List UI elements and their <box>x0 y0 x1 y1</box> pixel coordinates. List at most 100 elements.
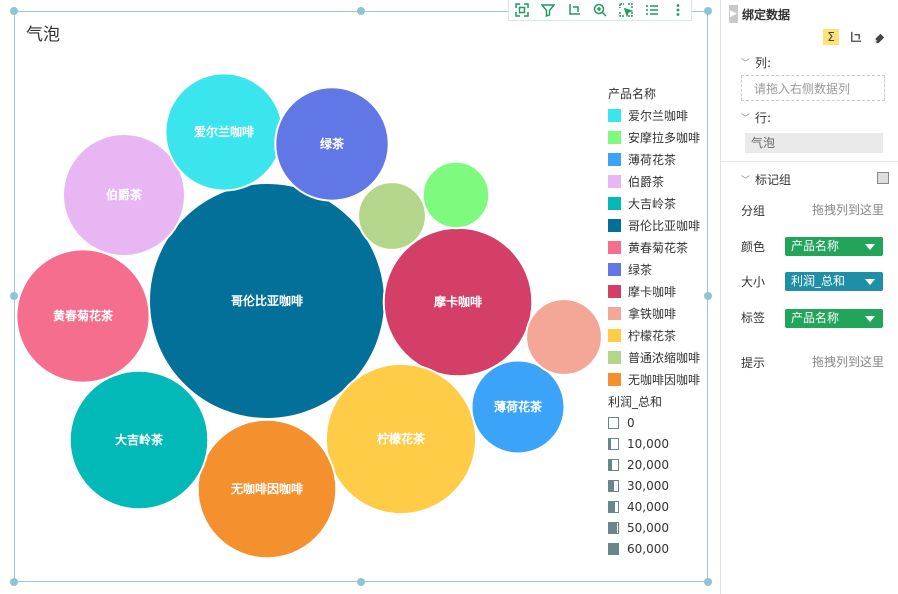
size-legend-item: 40,000 <box>608 496 700 517</box>
size-legend-label: 60,000 <box>627 541 669 556</box>
legend-label: 爱尔兰咖啡 <box>628 108 689 123</box>
size-legend-label: 50,000 <box>627 520 669 535</box>
sum-icon[interactable]: Σ <box>823 29 839 45</box>
group-drop-zone[interactable]: 拖拽列到这里 <box>812 201 884 218</box>
legend-item[interactable]: 绿茶 <box>608 258 700 280</box>
rows-label: 行: <box>755 111 772 125</box>
bubble-label: 无咖啡因咖啡 <box>230 481 303 496</box>
legend-label: 普通浓缩咖啡 <box>628 350 701 365</box>
legend-swatch <box>608 306 621 320</box>
bubble[interactable]: 大吉岭茶 <box>68 369 210 511</box>
bubble[interactable]: 伯爵茶 <box>62 133 186 257</box>
axis-swap-panel-icon[interactable] <box>847 29 863 45</box>
marks-section[interactable]: ﹀ 标记组 <box>741 171 791 188</box>
legend-item[interactable]: 爱尔兰咖啡 <box>608 104 700 126</box>
legend-swatch <box>608 196 621 210</box>
size-legend-label: 40,000 <box>627 499 669 514</box>
legend-label: 拿铁咖啡 <box>628 306 677 321</box>
legend-swatch <box>608 130 621 144</box>
size-legend-icon <box>608 416 619 429</box>
bubble-circle[interactable] <box>421 160 491 230</box>
legend-item[interactable]: 哥伦比亚咖啡 <box>608 214 700 236</box>
legend-label: 摩卡咖啡 <box>628 284 677 299</box>
size-label: 大小 <box>741 275 766 289</box>
size-legend-icon <box>608 479 619 492</box>
size-legend-item: 60,000 <box>608 538 700 559</box>
legend-item[interactable]: 安摩拉多咖啡 <box>608 126 700 148</box>
legend-item[interactable]: 无咖啡因咖啡 <box>608 368 700 390</box>
legend-item[interactable]: 柠檬花茶 <box>608 324 700 346</box>
legend-item[interactable]: 黄春菊花茶 <box>608 236 700 258</box>
size-legend-icon <box>608 437 619 450</box>
panel-tools: Σ <box>823 29 895 45</box>
columns-drop-zone[interactable]: 请拖入右侧数据列 <box>741 75 885 101</box>
eraser-icon[interactable] <box>871 29 887 45</box>
legend-item[interactable]: 伯爵茶 <box>608 170 700 192</box>
size-field-select[interactable]: 利润_总和 <box>785 272 883 291</box>
bubble-label: 大吉岭茶 <box>115 432 164 447</box>
color-legend-title: 产品名称 <box>608 87 657 101</box>
bubble-label: 摩卡咖啡 <box>434 294 482 309</box>
rows-section[interactable]: ﹀ 行: <box>741 109 771 126</box>
caret-down-icon <box>865 316 875 322</box>
size-legend-item: 0 <box>608 412 700 433</box>
legend-swatch <box>608 152 621 166</box>
legend-item[interactable]: 普通浓缩咖啡 <box>608 346 700 368</box>
rows-field-chip[interactable]: 气泡 <box>745 133 883 153</box>
caret-down-icon <box>865 279 875 285</box>
legend-swatch <box>608 218 621 232</box>
legend-item[interactable]: 摩卡咖啡 <box>608 280 700 302</box>
legend-label: 黄春菊花茶 <box>628 240 689 255</box>
group-label: 分组 <box>741 204 766 218</box>
bubble-label: 柠檬花茶 <box>377 431 426 446</box>
size-legend-item: 20,000 <box>608 454 700 475</box>
bubble[interactable]: 柠檬花茶 <box>324 362 478 516</box>
chevron-down-icon: ﹀ <box>741 114 751 124</box>
size-legend-item: 50,000 <box>608 517 700 538</box>
color-field-value: 产品名称 <box>791 239 840 253</box>
legend-label: 大吉岭茶 <box>628 196 677 211</box>
bubble[interactable]: 黄春菊花茶 <box>15 248 151 384</box>
bubble-label: 哥伦比亚咖啡 <box>231 293 303 308</box>
bubble-label: 黄春菊花茶 <box>53 308 114 323</box>
bubble[interactable]: 无咖啡因咖啡 <box>196 418 338 560</box>
bubble-circle[interactable] <box>525 298 603 376</box>
mark-settings-icon[interactable] <box>877 172 889 184</box>
legend-item[interactable]: 大吉岭茶 <box>608 192 700 214</box>
bubble[interactable] <box>421 160 491 230</box>
panel-title: 绑定数据 <box>742 7 791 22</box>
size-field-value: 利润_总和 <box>791 274 846 288</box>
marks-label: 标记组 <box>755 173 792 187</box>
bubble[interactable] <box>357 181 427 251</box>
size-legend-icon <box>608 542 619 555</box>
panel-header: ▶ 绑定数据 <box>729 5 790 23</box>
bubble[interactable]: 绿茶 <box>274 86 390 202</box>
chart-legend: 产品名称 爱尔兰咖啡安摩拉多咖啡薄荷花茶伯爵茶大吉岭茶哥伦比亚咖啡黄春菊花茶绿茶… <box>608 84 700 559</box>
legend-label: 伯爵茶 <box>628 174 665 189</box>
legend-swatch <box>608 328 621 342</box>
legend-swatch <box>608 350 621 364</box>
bubble-circle[interactable] <box>357 181 427 251</box>
size-legend-icon <box>608 500 619 513</box>
legend-label: 绿茶 <box>628 262 653 277</box>
legend-item[interactable]: 薄荷花茶 <box>608 148 700 170</box>
size-legend-label: 30,000 <box>627 478 669 493</box>
legend-label: 安摩拉多咖啡 <box>628 130 701 145</box>
bubble[interactable]: 爱尔兰咖啡 <box>164 72 284 192</box>
legend-swatch <box>608 108 621 122</box>
tag-field-select[interactable]: 产品名称 <box>785 309 883 328</box>
bubble[interactable]: 摩卡咖啡 <box>382 226 534 378</box>
legend-swatch <box>608 240 621 254</box>
legend-swatch <box>608 372 621 386</box>
tooltip-label: 提示 <box>741 356 766 370</box>
columns-section[interactable]: ﹀ 列: <box>741 54 771 71</box>
bubble[interactable]: 薄荷花茶 <box>470 359 566 455</box>
tooltip-drop-zone[interactable]: 拖拽列到这里 <box>812 353 884 370</box>
size-legend-label: 0 <box>627 415 635 430</box>
legend-item[interactable]: 拿铁咖啡 <box>608 302 700 324</box>
bubble-label: 绿茶 <box>320 136 345 151</box>
bubble[interactable] <box>525 298 603 376</box>
color-field-select[interactable]: 产品名称 <box>785 237 883 256</box>
color-label: 颜色 <box>741 240 766 254</box>
collapse-panel-icon[interactable]: ▶ <box>729 5 738 23</box>
